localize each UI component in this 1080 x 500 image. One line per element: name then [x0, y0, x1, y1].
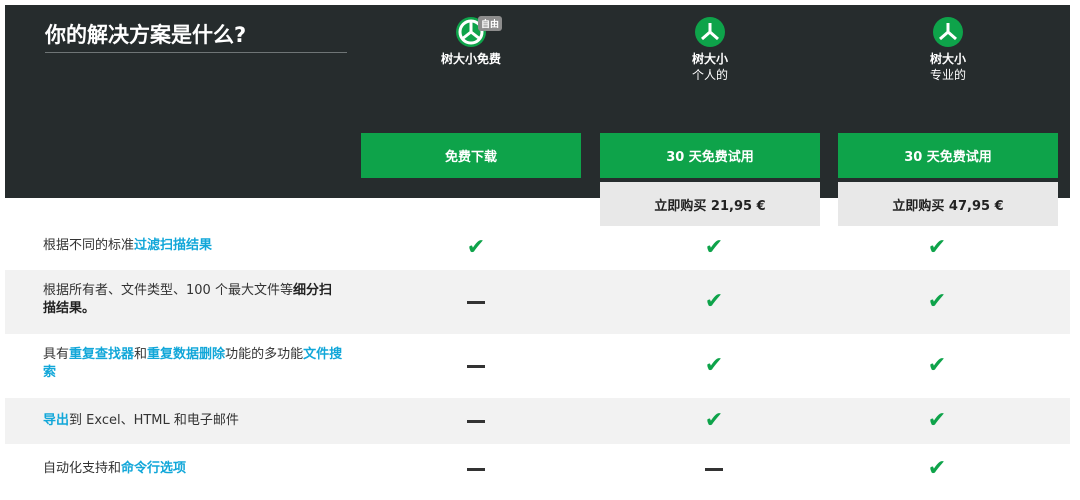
feature-link-text[interactable]: 过滤扫描结果: [134, 238, 212, 253]
dash-icon: [464, 411, 488, 431]
treesize-logo-icon: [695, 17, 725, 47]
feature-link-text[interactable]: 导出: [43, 413, 69, 428]
check-icon: ✔: [704, 353, 724, 378]
feature-label: 自动化支持和命令行选项: [43, 460, 343, 478]
dash-icon: [702, 459, 726, 479]
feature-text: 到 Excel、HTML 和电子邮件: [69, 413, 239, 428]
plan-subtitle: 个人的: [691, 68, 728, 82]
check-icon: ✔: [704, 408, 724, 433]
check-icon: ✔: [704, 235, 724, 260]
title-divider: [45, 52, 347, 53]
feature-row: 自动化支持和命令行选项 ✔: [5, 444, 1070, 494]
feature-row: 具有重复查找器和重复数据删除功能的多功能文件搜索 ✔ ✔: [5, 334, 1070, 398]
check-icon: ✔: [927, 408, 947, 433]
feature-label: 导出到 Excel、HTML 和电子邮件: [43, 412, 343, 430]
plan-subtitle: 专业的: [929, 68, 966, 82]
page-title: 你的解决方案是什么?: [45, 23, 247, 47]
plan-name: 树大小免费: [440, 52, 501, 66]
feature-label: 具有重复查找器和重复数据删除功能的多功能文件搜索: [43, 346, 343, 382]
plan-personal: 树大小 个人的: [600, 17, 820, 83]
professional-buy-button[interactable]: 立即购买 47,95 €: [838, 182, 1058, 226]
feature-text: 自动化支持和: [43, 461, 122, 476]
treesize-logo-icon: [933, 17, 963, 47]
check-icon: ✔: [927, 456, 947, 481]
feature-label: 根据不同的标准过滤扫描结果: [43, 237, 343, 255]
personal-trial-button[interactable]: 30 天免费试用: [600, 133, 820, 178]
feature-link-text[interactable]: 重复数据删除: [147, 347, 225, 362]
dash-icon: [464, 292, 488, 312]
feature-text: 功能的多功能: [225, 347, 304, 362]
feature-row: 根据不同的标准过滤扫描结果 ✔ ✔ ✔: [5, 226, 1070, 270]
feature-row: 导出到 Excel、HTML 和电子邮件 ✔ ✔: [5, 398, 1070, 444]
plan-name: 树大小: [929, 52, 966, 66]
check-icon: ✔: [927, 235, 947, 260]
check-icon: ✔: [704, 289, 724, 314]
plan-free: 自由 树大小免费: [361, 16, 581, 67]
dash-icon: [464, 356, 488, 376]
feature-label: 根据所有者、文件类型、100 个最大文件等细分扫描结果。: [43, 282, 343, 318]
feature-text: 具有: [43, 347, 70, 362]
plan-professional: 树大小 专业的: [838, 17, 1058, 83]
feature-text: 根据不同的标准: [43, 238, 135, 253]
free-download-button[interactable]: 免费下载: [361, 133, 581, 178]
professional-trial-button[interactable]: 30 天免费试用: [838, 133, 1058, 178]
feature-link-text[interactable]: 重复查找器: [69, 347, 134, 362]
feature-link-text[interactable]: 命令行选项: [121, 461, 186, 476]
feature-text: 根据所有者、文件类型、100 个最大文件等: [43, 283, 293, 298]
check-icon: ✔: [466, 235, 486, 260]
check-icon: ✔: [927, 289, 947, 314]
check-icon: ✔: [927, 353, 947, 378]
feature-text: 和: [134, 347, 148, 362]
dash-icon: [464, 459, 488, 479]
feature-row: 根据所有者、文件类型、100 个最大文件等细分扫描结果。 ✔ ✔: [5, 270, 1070, 334]
plan-name: 树大小: [691, 52, 728, 66]
free-badge: 自由: [478, 16, 503, 31]
personal-buy-button[interactable]: 立即购买 21,95 €: [600, 182, 820, 226]
